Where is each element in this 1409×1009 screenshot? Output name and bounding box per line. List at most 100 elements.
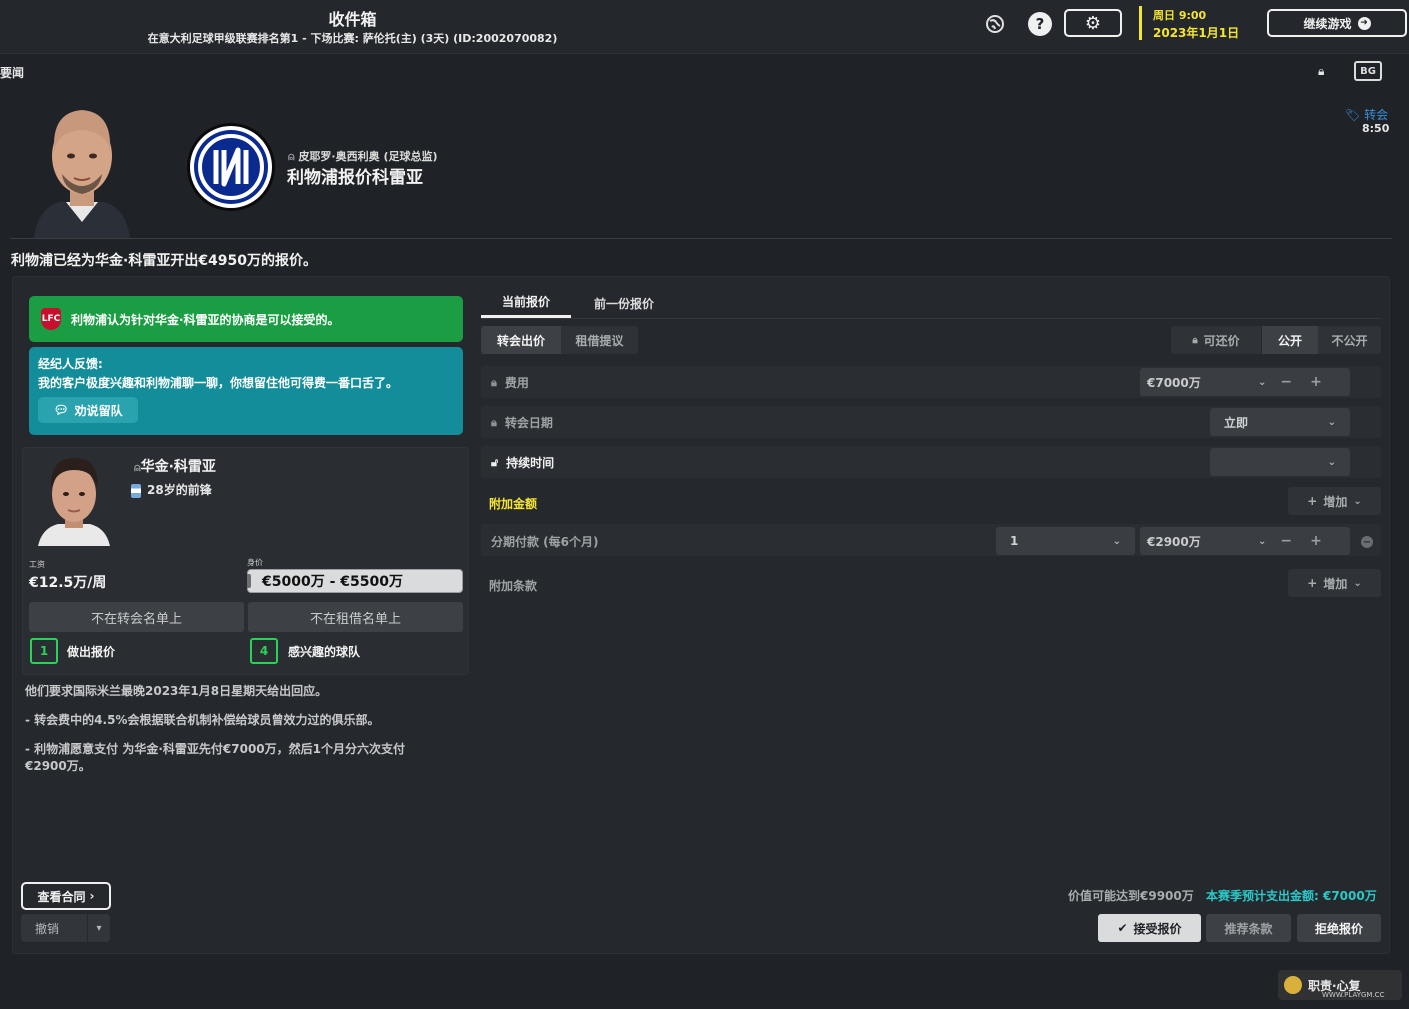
- tabs-divider: [481, 318, 1381, 319]
- fm-logo-icon[interactable]: BG: [1354, 61, 1382, 81]
- chevron-down-icon: ⌄: [1112, 535, 1121, 547]
- tab-current-offer[interactable]: 当前报价: [481, 288, 571, 318]
- banner-text: 利物浦认为针对华金·科雷亚的协商是可以接受的。: [71, 312, 340, 327]
- interested-teams-label: 感兴趣的球队: [288, 645, 361, 659]
- negotiation-acceptable-banner: LFC 利物浦认为针对华金·科雷亚的协商是可以接受的。: [29, 296, 463, 342]
- tab-previous-offer[interactable]: 前一份报价: [580, 288, 668, 318]
- segment-transfer-bid[interactable]: 转会出价: [481, 326, 561, 354]
- add-ons-label: 附加金额: [489, 497, 538, 511]
- value-label: 身价: [247, 558, 263, 567]
- chevron-down-icon: ⌄: [1327, 456, 1336, 468]
- lock-icon: 🔒︎: [491, 375, 497, 389]
- offers-count-label: 做出报价: [67, 645, 116, 659]
- installments-count-select[interactable]: 1 ⌄: [996, 527, 1135, 555]
- chevron-down-icon: ⌄: [1353, 577, 1362, 589]
- duration-label: 🔓︎ 持续时间: [491, 455, 555, 471]
- player-avatar[interactable]: [38, 452, 110, 546]
- player-description: 28岁的前锋: [131, 481, 212, 498]
- plus-icon[interactable]: +: [1310, 374, 1322, 390]
- segment-private[interactable]: 不公开: [1318, 326, 1381, 354]
- arrow-right-icon: ➜: [1357, 16, 1371, 30]
- lock-icon: 🔒︎: [491, 415, 497, 429]
- installments-amount[interactable]: €2900万: [1140, 533, 1258, 550]
- speech-bubble-icon: 💬︎: [53, 403, 69, 417]
- season-spend-text: 本赛季预计支出金额: €7000万: [1206, 889, 1377, 903]
- chevron-right-icon: ›: [89, 889, 95, 903]
- inter-club-logo: [186, 122, 276, 212]
- help-button[interactable]: ?: [1028, 12, 1052, 36]
- undo-button[interactable]: 撤销 ▾: [21, 914, 110, 942]
- minus-icon[interactable]: −: [1280, 374, 1292, 390]
- chevron-down-icon[interactable]: ⌄: [1258, 377, 1266, 388]
- agent-feedback-text: 我的客户极度兴趣和利物浦聊一聊，你想留住他可得费一番口舌了。: [38, 376, 399, 390]
- recommend-terms-button[interactable]: 推荐条款: [1206, 914, 1291, 942]
- offers-count-badge[interactable]: 1: [30, 638, 58, 664]
- persuade-stay-button[interactable]: 💬︎ 劝说留队: [38, 397, 138, 423]
- director-avatar: [30, 98, 134, 238]
- message-time: 8:50: [1362, 122, 1390, 135]
- duration-select[interactable]: ⌄: [1210, 448, 1350, 476]
- reject-offer-button[interactable]: 拒绝报价: [1297, 914, 1381, 942]
- gear-icon: ⚙: [1084, 12, 1102, 34]
- segment-loan-offer[interactable]: 租借提议: [561, 326, 638, 354]
- response-deadline-note: 他们要求国际米兰最晚2023年1月8日星期天给出回应。: [25, 684, 328, 698]
- transfer-tag: 🏷︎ 转会: [1345, 108, 1389, 122]
- current-day-time: 周日 9:00: [1153, 9, 1207, 22]
- sender-name[interactable]: ⍝ 皮耶罗·奥西利奥 (足球总监): [288, 148, 438, 164]
- installments-label: 分期付款 (每6个月): [491, 535, 599, 549]
- installments-amount-input[interactable]: €2900万 ⌄ − +: [1140, 527, 1350, 555]
- current-date: 2023年1月1日: [1153, 26, 1240, 40]
- plus-icon[interactable]: +: [1310, 533, 1322, 549]
- lock-icon: 🔒︎: [1192, 334, 1198, 346]
- segment-negotiable[interactable]: 🔒︎ 可还价: [1171, 326, 1261, 354]
- fee-label: 🔒︎ 费用: [491, 375, 529, 391]
- sub-bar: [0, 54, 1409, 90]
- chevron-down-icon: ⌄: [1353, 495, 1362, 507]
- person-icon: ⍝: [134, 461, 141, 474]
- plus-icon: +: [1307, 576, 1318, 590]
- solidarity-note: - 转会费中的4.5%会根据联合机制补偿给球员曾效力过的俱乐部。: [25, 713, 380, 727]
- not-on-loan-list-button[interactable]: 不在租借名单上: [248, 602, 463, 632]
- transfer-date-value: 立即: [1224, 415, 1249, 430]
- liverpool-crest-icon: LFC: [41, 308, 61, 330]
- interested-teams-badge[interactable]: 4: [250, 638, 278, 664]
- add-clauses-button[interactable]: + 增加 ⌄: [1288, 569, 1381, 597]
- watermark-url: WWW.PLAYGM.CC: [1322, 991, 1385, 999]
- fee-input[interactable]: €7000万 ⌄ − +: [1140, 368, 1350, 396]
- wage-label: 工资: [29, 560, 45, 569]
- clauses-label: 附加条款: [489, 579, 538, 593]
- wage-value: €12.5万/周: [29, 575, 107, 591]
- transfer-date-select[interactable]: 立即 ⌄: [1210, 408, 1350, 436]
- agent-feedback-title: 经纪人反馈:: [38, 357, 103, 371]
- date-accent-bar: [1139, 6, 1142, 40]
- lock-icon[interactable]: 🔒︎: [1318, 64, 1324, 79]
- player-name[interactable]: ⍝华金·科雷亚: [134, 456, 216, 476]
- remove-installment-icon[interactable]: −: [1361, 536, 1373, 548]
- section-label[interactable]: 要闻: [0, 64, 24, 81]
- settings-button[interactable]: ⚙: [1064, 9, 1122, 37]
- fee-value[interactable]: €7000万: [1140, 374, 1258, 391]
- add-extras-button[interactable]: + 增加 ⌄: [1288, 487, 1381, 515]
- club-status-subtitle: 在意大利足球甲级联赛排名第1 - 下场比赛: 萨伦托(主) (3天) (ID:2…: [147, 32, 558, 45]
- message-subject: 利物浦报价科雷亚: [287, 168, 423, 188]
- potential-value-text: 价值可能达到€9900万: [1068, 889, 1194, 903]
- minus-icon[interactable]: −: [1280, 533, 1292, 549]
- accept-offer-button[interactable]: ✔ 接受报价: [1098, 914, 1201, 942]
- not-on-transfer-list-button[interactable]: 不在转会名单上: [29, 602, 244, 632]
- globe-icon[interactable]: [983, 12, 1007, 36]
- argentina-flag-icon: [131, 483, 141, 498]
- chevron-down-icon[interactable]: ▾: [88, 923, 110, 934]
- continue-label: 继续游戏: [1303, 16, 1352, 31]
- watermark-face-icon: [1284, 976, 1302, 994]
- segment-public[interactable]: 公开: [1262, 326, 1318, 354]
- message-lead: 利物浦已经为华金·科雷亚开出€4950万的报价。: [11, 253, 318, 269]
- payment-terms-note: - 利物浦愿意支付 为华金·科雷亚先付€7000万，然后1个月分六次支付€290…: [25, 742, 405, 773]
- transfer-date-label: 🔒︎ 转会日期: [491, 415, 553, 431]
- continue-game-button[interactable]: 继续游戏 ➜: [1267, 9, 1407, 37]
- view-contract-button[interactable]: 查看合同 ›: [21, 882, 111, 910]
- plus-icon: +: [1307, 494, 1318, 508]
- chevron-down-icon[interactable]: ⌄: [1258, 536, 1266, 547]
- undo-label: 撤销: [35, 921, 60, 936]
- person-icon: ⍝: [288, 150, 299, 163]
- chevron-down-icon: ⌄: [1327, 416, 1336, 428]
